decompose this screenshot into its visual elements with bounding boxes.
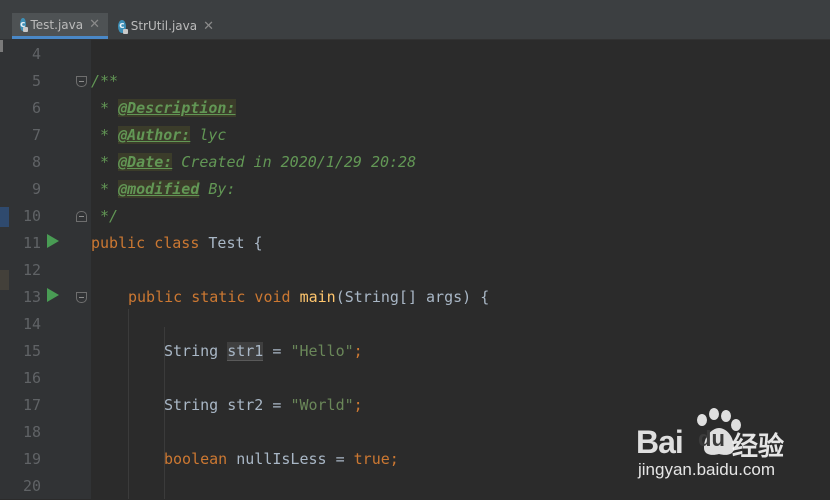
- tab-test-java[interactable]: c Test.java ✕: [12, 13, 108, 39]
- title-strip: [0, 0, 830, 13]
- tab-strutil-java[interactable]: c StrUtil.java ✕: [110, 13, 222, 39]
- watermark-du: du: [698, 426, 725, 451]
- code-line-10: */: [91, 207, 119, 225]
- code-line-5: /**: [91, 72, 119, 90]
- line-number: 15: [22, 342, 41, 360]
- tab-label: Test.java: [30, 17, 84, 32]
- line-number: 10: [22, 207, 41, 225]
- line-number: 12: [22, 261, 41, 279]
- code-line-13: public static void main(String[] args) {: [128, 288, 490, 306]
- code-line-19: boolean nullIsLess = true;: [164, 450, 399, 468]
- watermark-url: jingyan.baidu.com: [638, 460, 776, 479]
- panel-highlight-marker: [0, 270, 9, 290]
- panel-selection-marker: [0, 207, 9, 227]
- java-class-icon: c: [118, 19, 128, 34]
- code-line-15: String str1 = "Hello";: [164, 342, 363, 361]
- line-number: 4: [31, 45, 41, 63]
- line-number: 5: [31, 72, 41, 90]
- close-icon[interactable]: ✕: [203, 19, 214, 34]
- fold-collapse-icon[interactable]: [76, 292, 87, 303]
- javadoc-tag: @Date:: [118, 153, 173, 171]
- line-number: 7: [31, 126, 41, 144]
- watermark-bai: Bai: [636, 424, 684, 460]
- run-class-icon[interactable]: [47, 234, 59, 248]
- line-number: 20: [22, 477, 41, 495]
- code-line-8: * @Date: Created in 2020/1/29 20:28: [91, 153, 417, 171]
- line-number: 11: [22, 234, 41, 252]
- project-panel-edge[interactable]: [0, 39, 9, 499]
- code-line-9: * @modified By:: [91, 180, 236, 198]
- close-icon[interactable]: ✕: [89, 17, 100, 32]
- fold-collapse-icon[interactable]: [76, 76, 87, 87]
- code-line-7: * @Author: lyc: [91, 126, 227, 144]
- indent-guide: [128, 309, 129, 499]
- line-number: 16: [22, 369, 41, 387]
- code-line-11: public class Test {: [91, 234, 263, 252]
- line-number: 8: [31, 153, 41, 171]
- fold-expand-icon[interactable]: [76, 211, 87, 222]
- run-main-icon[interactable]: [47, 288, 59, 302]
- code-line-6: * @Description:: [91, 99, 236, 117]
- javadoc-tag: @Description:: [118, 99, 236, 117]
- watermark-jingyan: 经验: [732, 432, 785, 462]
- line-number: 17: [22, 396, 41, 414]
- editor-gutter[interactable]: 4 5 6 7 8 9 10 11 12 13 14 15 16 17 18 1…: [9, 39, 91, 499]
- editor-tab-bar: c Test.java ✕ c StrUtil.java ✕: [0, 13, 830, 40]
- javadoc-tag: @Author:: [118, 126, 191, 144]
- line-number: 18: [22, 423, 41, 441]
- line-number: 13: [22, 288, 41, 306]
- line-number: 6: [31, 99, 41, 117]
- java-class-icon: c: [20, 18, 27, 32]
- panel-marker: [0, 40, 3, 52]
- line-number: 19: [22, 450, 41, 468]
- code-line-17: String str2 = "World";: [164, 396, 363, 414]
- baidu-jingyan-watermark: Bai du 经验 jingyan.baidu.com: [634, 408, 824, 488]
- javadoc-tag: @modified: [118, 180, 200, 198]
- tab-label: StrUtil.java: [130, 19, 198, 33]
- line-number: 9: [31, 180, 41, 198]
- highlighted-identifier: str1: [227, 342, 264, 361]
- line-number: 14: [22, 315, 41, 333]
